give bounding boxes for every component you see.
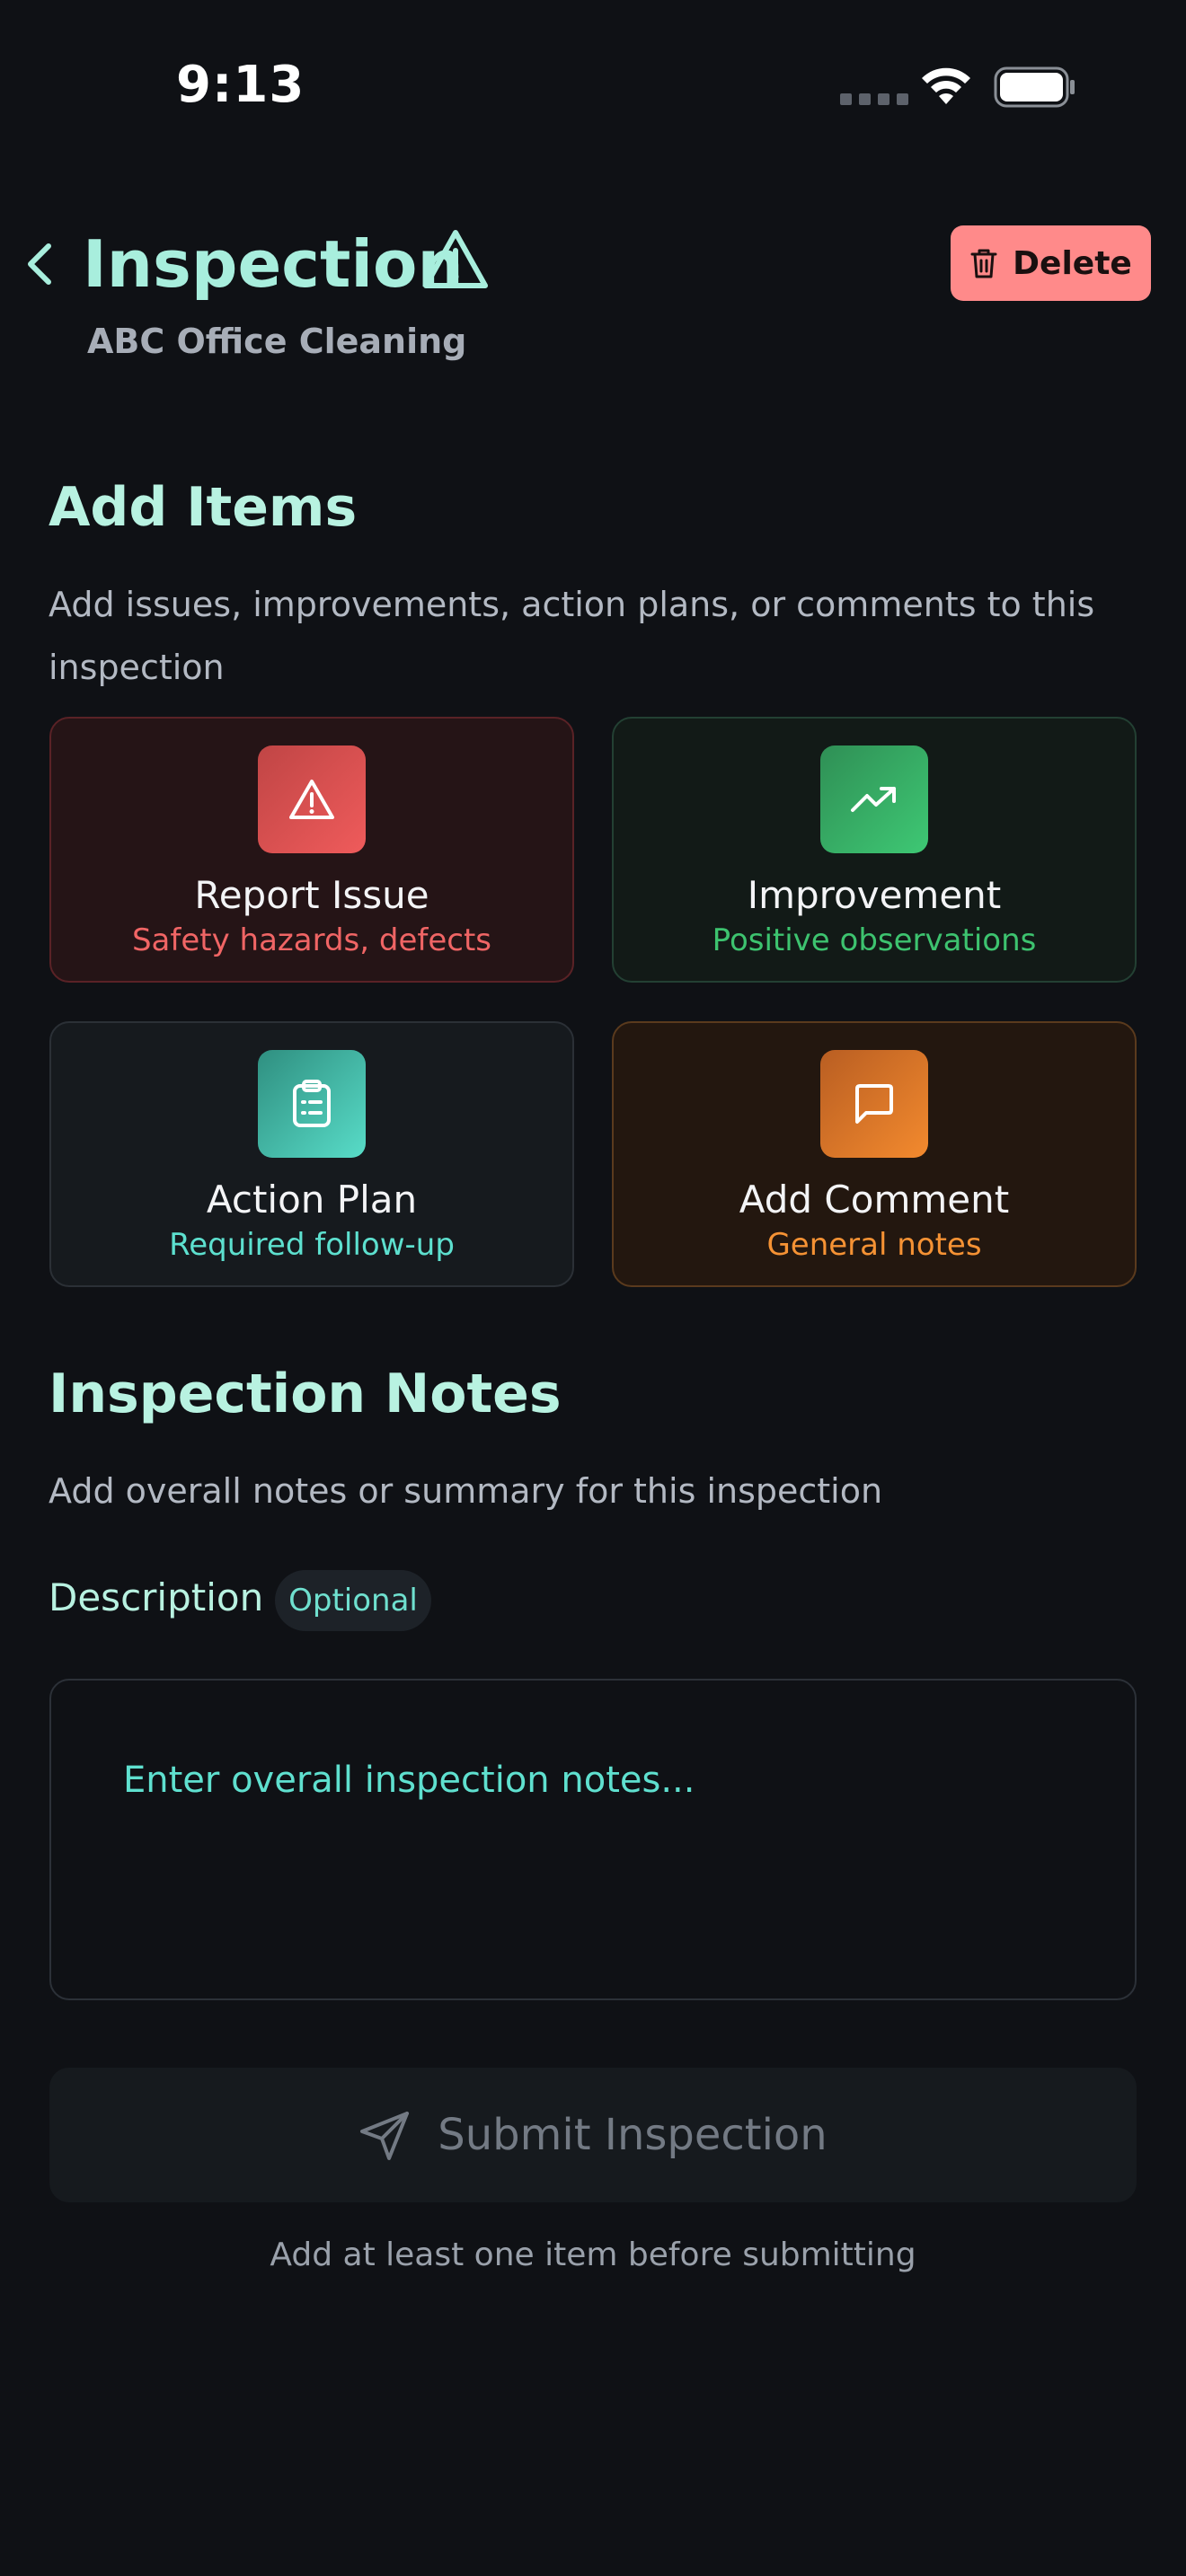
delete-button[interactable]: Delete [951, 225, 1151, 301]
submit-inspection-button[interactable]: Submit Inspection [49, 2068, 1137, 2202]
warning-triangle-icon [258, 745, 366, 853]
add-items-description: Add issues, improvements, action plans, … [49, 585, 1095, 687]
optional-badge: Optional [275, 1570, 431, 1631]
send-icon [360, 2112, 410, 2160]
card-title: Add Comment [739, 1178, 1010, 1222]
card-subtitle: Positive observations [712, 922, 1037, 958]
warning-triangle-icon [423, 230, 488, 288]
page-subtitle: ABC Office Cleaning [87, 322, 467, 361]
status-time: 9:13 [176, 56, 305, 114]
submit-hint: Add at least one item before submitting [270, 2236, 916, 2273]
trending-up-icon [820, 745, 928, 853]
delete-label: Delete [1013, 244, 1132, 282]
inspection-notes-title: Inspection Notes [49, 1363, 562, 1425]
inspection-notes-input[interactable]: Enter overall inspection notes... [49, 1679, 1137, 2000]
cellular-signal-icon [840, 93, 908, 105]
submit-label: Submit Inspection [438, 2110, 828, 2160]
status-bar: 9:13 [0, 0, 1186, 180]
description-label: Description [49, 1575, 264, 1619]
page-title: Inspection [83, 226, 464, 302]
add-comment-card[interactable]: Add Comment General notes [612, 1021, 1137, 1287]
trash-icon [970, 249, 997, 278]
improvement-card[interactable]: Improvement Positive observations [612, 717, 1137, 983]
card-title: Action Plan [206, 1178, 418, 1222]
card-title: Report Issue [194, 873, 429, 917]
message-square-icon [820, 1050, 928, 1158]
header: Inspection ABC Office Cleaning Delete [0, 207, 1186, 386]
add-items-title: Add Items [49, 476, 358, 539]
inspection-notes-description: Add overall notes or summary for this in… [49, 1471, 883, 1511]
card-subtitle: Required follow-up [169, 1227, 455, 1263]
action-plan-card[interactable]: Action Plan Required follow-up [49, 1021, 574, 1287]
wifi-icon [922, 67, 970, 104]
card-subtitle: Safety hazards, defects [131, 922, 492, 958]
battery-icon [994, 66, 1075, 108]
report-issue-card[interactable]: Report Issue Safety hazards, defects [49, 717, 574, 983]
card-title: Improvement [747, 873, 1002, 917]
card-subtitle: General notes [766, 1227, 982, 1263]
clipboard-list-icon [258, 1050, 366, 1158]
notes-placeholder: Enter overall inspection notes... [123, 1760, 695, 1801]
back-chevron-icon[interactable] [18, 235, 59, 293]
